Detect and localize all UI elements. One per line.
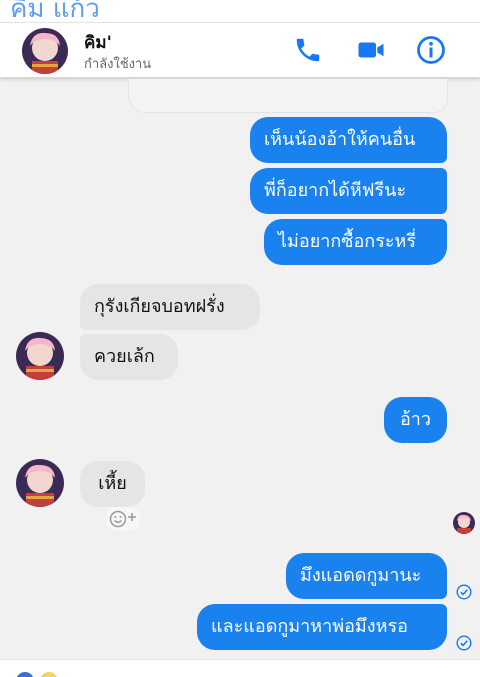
message-bubble-incoming[interactable]: กุรังเกียจบอทฝรั่ง bbox=[80, 284, 260, 330]
contact-name: คิม' bbox=[84, 33, 112, 53]
message-list[interactable]: เห็นน้องอ้าให้คนอื่น พี่ก็อยากได้หีฟรีนะ… bbox=[0, 79, 480, 659]
message-bubble-outgoing[interactable]: และแอดกูมาหาพ่อมึงหรอ bbox=[197, 604, 447, 650]
sender-avatar[interactable] bbox=[16, 332, 64, 380]
info-icon[interactable] bbox=[416, 35, 446, 65]
message-bubble-outgoing[interactable]: มึงแอดดกูมานะ bbox=[286, 553, 447, 599]
delivered-check-icon bbox=[456, 584, 472, 600]
contact-avatar[interactable] bbox=[22, 28, 68, 74]
emoji-icon[interactable] bbox=[40, 672, 58, 677]
message-bubble-outgoing[interactable]: พี่ก็อยากได้หีฟรีนะ bbox=[250, 168, 447, 214]
message-bubble-outgoing[interactable]: เห็นน้องอ้าให้คนอื่น bbox=[250, 117, 447, 163]
message-text: ไม่อยากซื้อกระหรี่ bbox=[278, 231, 417, 252]
composer-bar[interactable] bbox=[0, 659, 480, 677]
message-bubble-outgoing[interactable]: อ้าว bbox=[384, 397, 447, 443]
message-text: เหี้ย bbox=[98, 473, 127, 494]
composer-action-icon[interactable] bbox=[16, 672, 34, 677]
message-bubble-incoming[interactable]: เหี้ย bbox=[80, 461, 145, 507]
message-text: พี่ก็อยากได้หีฟรีนะ bbox=[264, 180, 407, 201]
contact-status: กำลังใช้งาน bbox=[84, 57, 152, 72]
video-icon[interactable] bbox=[356, 35, 386, 65]
message-text: กุรังเกียจบอทฝรั่ง bbox=[94, 296, 225, 317]
chat-header: คิม' กำลังใช้งาน bbox=[0, 22, 480, 78]
phone-icon[interactable] bbox=[293, 35, 323, 65]
previous-message-bubble bbox=[128, 79, 448, 113]
delivered-check-icon bbox=[456, 635, 472, 651]
message-text: ควยเล้ก bbox=[94, 346, 155, 367]
message-text: และแอดกูมาหาพ่อมึงหรอ bbox=[211, 616, 408, 637]
status-strip: คิม แก้ว bbox=[0, 0, 480, 22]
message-bubble-outgoing[interactable]: ไม่อยากซื้อกระหรี่ bbox=[264, 219, 447, 265]
message-text: เห็นน้องอ้าให้คนอื่น bbox=[264, 129, 416, 150]
seen-avatar bbox=[453, 512, 475, 534]
message-bubble-incoming[interactable]: ควยเล้ก bbox=[80, 334, 178, 380]
add-reaction-icon[interactable] bbox=[106, 507, 140, 531]
message-text: มึงแอดดกูมานะ bbox=[300, 565, 422, 586]
message-text: อ้าว bbox=[399, 409, 432, 430]
sender-avatar[interactable] bbox=[16, 459, 64, 507]
contact-title-faint: คิม แก้ว bbox=[10, 0, 100, 22]
